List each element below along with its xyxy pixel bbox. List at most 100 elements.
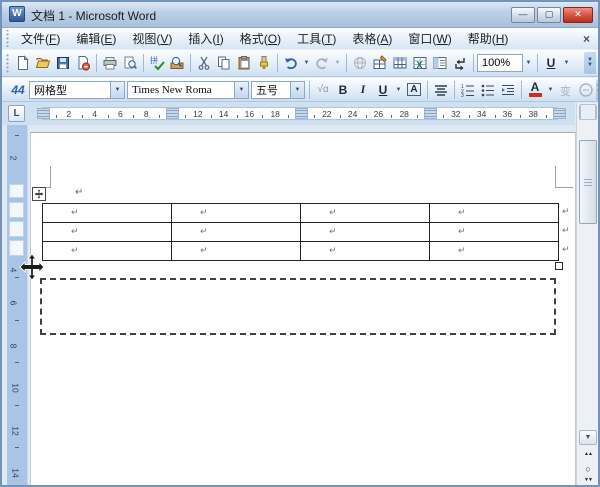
insert-excel-worksheet-icon[interactable]: X — [410, 53, 430, 73]
format-painter-icon[interactable] — [254, 53, 274, 73]
toolbar-options-icon[interactable]: ▼ ▼ — [584, 52, 596, 74]
numbered-list-icon[interactable]: 123 — [458, 80, 478, 100]
scroll-down-icon[interactable]: ▼ — [579, 430, 597, 445]
open-icon[interactable] — [33, 53, 53, 73]
table-cell-r1c4[interactable]: ↵ — [430, 204, 559, 223]
select-browse-object-icon[interactable]: ○ — [579, 463, 597, 477]
document-map-icon[interactable] — [430, 53, 450, 73]
bulleted-list-icon[interactable] — [478, 80, 498, 100]
menu-w[interactable]: 窗口(W) — [400, 30, 459, 48]
table-cell-r1c3[interactable]: ↵ — [301, 204, 430, 223]
copy-icon[interactable] — [214, 53, 234, 73]
italic-icon[interactable]: I — [353, 80, 373, 100]
menu-o[interactable]: 格式(O) — [232, 30, 289, 48]
redo-dropdown-icon[interactable]: ▼ — [332, 53, 343, 73]
font-color-icon[interactable]: A — [525, 80, 545, 100]
phonetic-guide-icon[interactable]: √α — [313, 80, 333, 100]
table-cell-r1c1[interactable]: ↵ — [43, 204, 172, 223]
increase-indent-icon[interactable] — [498, 80, 518, 100]
table-resize-handle[interactable] — [555, 262, 563, 270]
zoom-input[interactable]: 100% — [477, 54, 523, 72]
table-cell-r1c2[interactable]: ↵ — [172, 204, 301, 223]
font-size-select[interactable]: 五号 ▼ — [251, 80, 305, 99]
menu-t[interactable]: 工具(T) — [289, 30, 344, 48]
font-color-dropdown-icon[interactable]: ▼ — [545, 80, 556, 100]
tables-and-borders-icon[interactable] — [370, 53, 390, 73]
menu-e[interactable]: 编辑(E) — [68, 30, 124, 48]
cut-icon[interactable] — [194, 53, 214, 73]
insert-table-icon[interactable] — [390, 53, 410, 73]
table-cell-r2c1[interactable]: ↵ — [43, 223, 172, 242]
redo-icon[interactable] — [312, 53, 332, 73]
maximize-button[interactable]: ▢ — [537, 7, 561, 23]
undo-icon[interactable] — [281, 53, 301, 73]
table-column-marker[interactable] — [552, 108, 566, 119]
menu-a[interactable]: 表格(A) — [344, 30, 400, 48]
table-column-marker[interactable] — [294, 108, 308, 119]
previous-page-icon[interactable]: ▲▲ — [579, 450, 597, 464]
undo-dropdown-icon[interactable]: ▼ — [301, 53, 312, 73]
print-icon[interactable] — [100, 53, 120, 73]
table-cell-r3c1[interactable]: ↵ — [43, 242, 172, 261]
table-column-marker[interactable] — [423, 108, 437, 119]
table-move-handle[interactable] — [32, 187, 46, 201]
save-icon[interactable] — [53, 53, 73, 73]
font-size-dropdown-icon[interactable]: ▼ — [290, 81, 304, 98]
next-page-icon[interactable]: ▼▼ — [579, 476, 597, 487]
horizontal-ruler[interactable]: 2 4 6 8 12 14 16 18 22 24 26 28 32 34 36 38 — [36, 107, 566, 120]
close-button[interactable]: ✕ — [563, 7, 593, 23]
menu-v[interactable]: 视图(V) — [124, 30, 180, 48]
table-cell-r2c4[interactable]: ↵ — [430, 223, 559, 242]
scrollbar-thumb[interactable] — [579, 140, 597, 224]
table-cell-r2c2[interactable]: ↵ — [172, 223, 301, 242]
vertical-scrollbar[interactable]: ▲ ▼ ▲▲ ○ ▼▼ — [576, 103, 598, 487]
table-cell-r3c2[interactable]: ↵ — [172, 242, 301, 261]
menu-h[interactable]: 帮助(H) — [460, 30, 517, 48]
enclose-characters-icon[interactable] — [576, 80, 596, 100]
document-table[interactable]: ↵ ↵ ↵ ↵ ↵ ↵ ↵ ↵ ↵ ↵ ↵ ↵ — [42, 203, 559, 261]
styles-formatting-pane-icon[interactable]: 44 — [8, 80, 28, 100]
table-column-marker[interactable] — [165, 108, 179, 119]
font-select[interactable]: Times New Roma ▼ — [127, 80, 249, 99]
table-row-marker[interactable] — [9, 202, 24, 218]
underline-dropdown-icon[interactable]: ▼ — [393, 80, 404, 100]
close-document-icon[interactable]: × — [583, 32, 590, 46]
show-hide-formatting-marks-icon[interactable] — [450, 53, 470, 73]
research-icon[interactable] — [167, 53, 187, 73]
row-end-mark: ↵ — [562, 206, 570, 216]
center-align-icon[interactable] — [431, 80, 451, 100]
phonetic-ruby-icon[interactable]: 变 — [556, 80, 576, 100]
new-document-icon[interactable] — [13, 53, 33, 73]
table-cell-r3c4[interactable]: ↵ — [430, 242, 559, 261]
menu-i[interactable]: 插入(I) — [180, 30, 231, 48]
vertical-ruler[interactable]: 2 4 6 8 10 12 14 — [7, 125, 28, 485]
toolbar-options-icon[interactable]: ▼ ▼ — [596, 78, 600, 101]
hruler-tick — [81, 115, 83, 118]
table-row-marker[interactable] — [9, 184, 24, 198]
standard-toolbar-grip-handle[interactable] — [5, 52, 10, 74]
spelling-grammar-icon[interactable]: 拼 — [147, 53, 167, 73]
font-dropdown-icon[interactable]: ▼ — [234, 81, 248, 98]
paste-icon[interactable] — [234, 53, 254, 73]
menu-f[interactable]: 文件(F) — [13, 30, 68, 48]
table-column-marker[interactable] — [36, 108, 50, 119]
underline-quick-dropdown-icon[interactable]: ▼ — [561, 53, 572, 73]
minimize-button[interactable]: — — [511, 7, 535, 23]
bold-icon[interactable]: B — [333, 80, 353, 100]
character-border-icon[interactable]: A — [404, 80, 424, 100]
permission-icon[interactable] — [73, 53, 93, 73]
print-preview-icon[interactable] — [120, 53, 140, 73]
tab-selector[interactable]: L — [8, 105, 25, 122]
underline-icon[interactable]: U — [373, 80, 393, 100]
insert-hyperlink-icon[interactable] — [350, 53, 370, 73]
document-page[interactable]: ↵ ↵ ↵ ↵ ↵ ↵ ↵ ↵ ↵ ↵ ↵ ↵ ↵ ↵ ↵ ↵ — [19, 132, 576, 485]
table-cell-r3c3[interactable]: ↵ — [301, 242, 430, 261]
title-bar[interactable]: W 文档 1 - Microsoft Word — ▢ ✕ — [0, 0, 600, 28]
zoom-dropdown-icon[interactable]: ▼ — [523, 53, 534, 73]
style-select[interactable]: 网格型 ▼ — [29, 80, 125, 99]
table-cell-r2c3[interactable]: ↵ — [301, 223, 430, 242]
menubar-grip-handle[interactable] — [5, 30, 10, 47]
underline-quick-icon[interactable]: U — [541, 53, 561, 73]
table-row-marker[interactable] — [9, 221, 24, 237]
style-dropdown-icon[interactable]: ▼ — [110, 81, 124, 98]
